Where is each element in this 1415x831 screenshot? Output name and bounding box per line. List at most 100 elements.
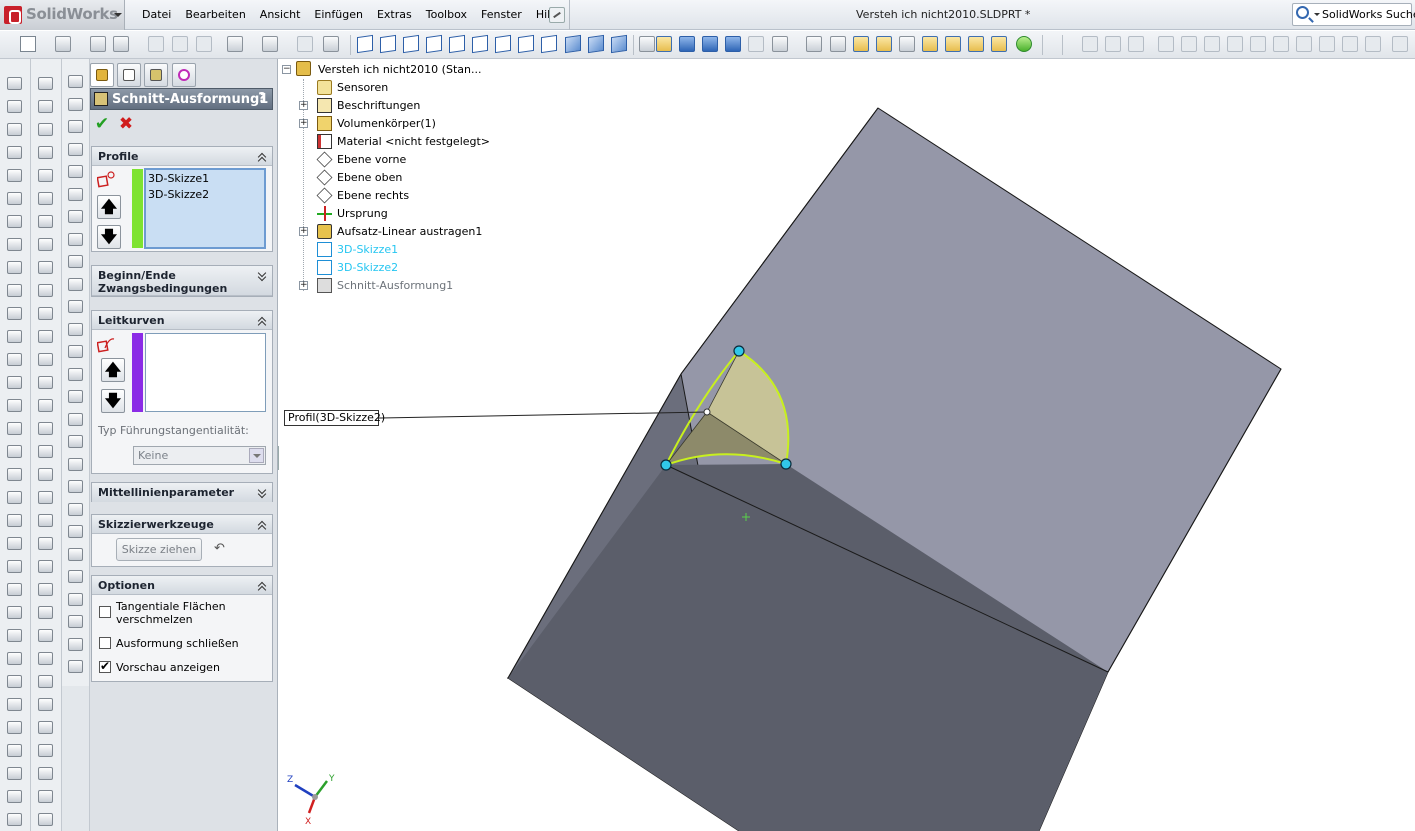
feature-tool-icon[interactable] — [68, 165, 83, 178]
model-view[interactable]: Y Z X — [279, 59, 1415, 831]
tree-item-label[interactable]: Schnitt-Ausformung1 — [337, 279, 453, 292]
print-icon[interactable] — [113, 36, 129, 52]
sketch-fillet-icon[interactable] — [1273, 36, 1289, 52]
sketch-entity-icon[interactable] — [38, 698, 53, 711]
feature-tool-icon[interactable] — [68, 277, 83, 291]
group-profile-header[interactable]: Profile — [92, 147, 272, 166]
sketch-entity-icon[interactable] — [38, 100, 53, 113]
sketch-offset-icon[interactable] — [1319, 36, 1335, 52]
tab-configuration-manager[interactable] — [144, 63, 168, 87]
hidden-lines-visible-icon[interactable] — [725, 36, 741, 52]
tree-item-label[interactable]: Ursprung — [337, 207, 388, 220]
group-start-end-header[interactable]: Beginn/Ende Zwangsbedingungen — [92, 266, 272, 296]
sketch-tool-icon[interactable] — [7, 261, 22, 274]
new-document-icon[interactable] — [20, 36, 36, 52]
sketch-tool-icon[interactable] — [7, 813, 22, 826]
menu-ansicht[interactable]: Ansicht — [253, 0, 308, 30]
tree-item-label[interactable]: Sensoren — [337, 81, 388, 94]
tree-item-label[interactable]: Material <nicht festgelegt> — [337, 135, 490, 148]
collapse-icon[interactable] — [258, 316, 266, 324]
feature-tool-icon[interactable] — [68, 390, 83, 403]
menu-einfuegen[interactable]: Einfügen — [307, 0, 370, 30]
sketch-entity-icon[interactable] — [38, 238, 53, 251]
sketch-tool-icon[interactable] — [7, 215, 22, 228]
feature-tool-icon[interactable] — [68, 660, 83, 673]
merge-tangent-faces-checkbox[interactable] — [99, 606, 111, 618]
feature-tool-icon[interactable] — [68, 142, 83, 156]
sketch-tool-icon[interactable] — [7, 537, 22, 550]
collapse-icon[interactable] — [258, 152, 266, 160]
sketch-entity-icon[interactable] — [38, 284, 53, 297]
sketch-tool-icon[interactable] — [7, 100, 22, 113]
profile-callout[interactable]: Profil(3D-Skizze2) — [284, 410, 385, 426]
graphics-area[interactable]: Y Z X − Versteh ich nicht2010 (Stan... S… — [279, 59, 1415, 831]
sketch-pattern-icon[interactable] — [1365, 36, 1381, 52]
sketch-tool-icon[interactable] — [7, 652, 22, 665]
print-preview-icon[interactable] — [148, 36, 164, 52]
sketch-tool-icon[interactable] — [7, 767, 22, 780]
tree-item-label[interactable]: Ebene oben — [337, 171, 402, 184]
feature-tool-icon[interactable] — [68, 502, 83, 516]
feature-revolve-icon[interactable] — [1105, 36, 1121, 52]
sketch-entity-icon[interactable] — [38, 813, 53, 826]
feature-tool-icon[interactable] — [68, 547, 83, 561]
sketch-entity-icon[interactable] — [38, 675, 53, 688]
undo-sketch-drag-icon[interactable]: ↶ — [214, 541, 225, 556]
wireframe-icon[interactable] — [748, 36, 764, 52]
sketch-tool-icon[interactable] — [7, 560, 22, 573]
view-annotations-icon[interactable] — [968, 36, 984, 52]
connector-point[interactable] — [660, 459, 672, 471]
two-view-icon[interactable] — [611, 34, 627, 54]
feature-tool-icon[interactable] — [68, 615, 83, 628]
sketch-entity-icon[interactable] — [38, 560, 53, 573]
connector-point[interactable] — [780, 458, 792, 470]
sketch-entity-icon[interactable] — [38, 491, 53, 504]
sketch-trim-icon[interactable] — [1296, 36, 1312, 52]
view-front-icon[interactable] — [357, 34, 373, 54]
sketch-tool-icon[interactable] — [7, 353, 22, 366]
chevron-down-icon[interactable] — [249, 448, 264, 463]
sketch-entity-icon[interactable] — [38, 376, 53, 389]
sketch-tool-icon[interactable] — [7, 606, 22, 619]
collapse-icon[interactable] — [258, 520, 266, 528]
view-left-icon[interactable] — [403, 34, 419, 54]
tab-feature-manager[interactable] — [90, 63, 114, 87]
feature-tool-icon[interactable] — [68, 525, 83, 538]
single-view-icon[interactable] — [588, 34, 604, 54]
group-guide-curves-header[interactable]: Leitkurven — [92, 311, 272, 330]
perspective-icon[interactable] — [772, 36, 788, 52]
feature-tool-icon[interactable] — [68, 300, 83, 313]
feature-sweep-icon[interactable] — [1128, 36, 1144, 52]
drag-sketch-button[interactable]: Skizze ziehen — [116, 538, 202, 561]
view-curves-icon[interactable] — [945, 36, 961, 52]
tree-item-label[interactable]: Beschriftungen — [337, 99, 420, 112]
sketch-entity-icon[interactable] — [38, 123, 53, 136]
sketch-tool-icon[interactable] — [7, 422, 22, 435]
tree-expand-icon[interactable]: + — [299, 101, 308, 110]
sketch-entity-icon[interactable] — [38, 514, 53, 527]
feature-tool-icon[interactable] — [68, 637, 83, 651]
expand-icon[interactable] — [258, 271, 266, 279]
sketch-circle-icon[interactable] — [1204, 36, 1220, 52]
sketch-entity-icon[interactable] — [38, 629, 53, 642]
tree-item-label[interactable]: Volumenkörper(1) — [337, 117, 436, 130]
group-centerline-header[interactable]: Mittellinienparameter — [92, 483, 272, 502]
profile-list-item[interactable]: 3D-Skizze1 — [148, 172, 209, 185]
sketch-entity-icon[interactable] — [38, 721, 53, 734]
view-right-icon[interactable] — [426, 34, 442, 54]
tree-item-label[interactable]: Aufsatz-Linear austragen1 — [337, 225, 482, 238]
tree-item-label[interactable]: Ebene rechts — [337, 189, 409, 202]
zoom-to-fit-icon[interactable] — [806, 36, 822, 52]
sketch-entity-icon[interactable] — [38, 468, 53, 481]
sketch-tool-icon[interactable] — [7, 238, 22, 251]
tree-root-label[interactable]: Versteh ich nicht2010 (Stan... — [318, 63, 481, 76]
group-options-header[interactable]: Optionen — [92, 576, 272, 595]
shaded-with-edges-icon[interactable] — [656, 36, 672, 52]
sketch-entity-icon[interactable] — [38, 146, 53, 159]
sketch-entity-icon[interactable] — [38, 399, 53, 412]
menu-extras[interactable]: Extras — [370, 0, 419, 30]
zoom-area-icon[interactable] — [830, 36, 846, 52]
sketch-tool-icon[interactable] — [7, 468, 22, 481]
normal-to-icon[interactable] — [565, 34, 581, 54]
sketch-arc-icon[interactable] — [1227, 36, 1243, 52]
